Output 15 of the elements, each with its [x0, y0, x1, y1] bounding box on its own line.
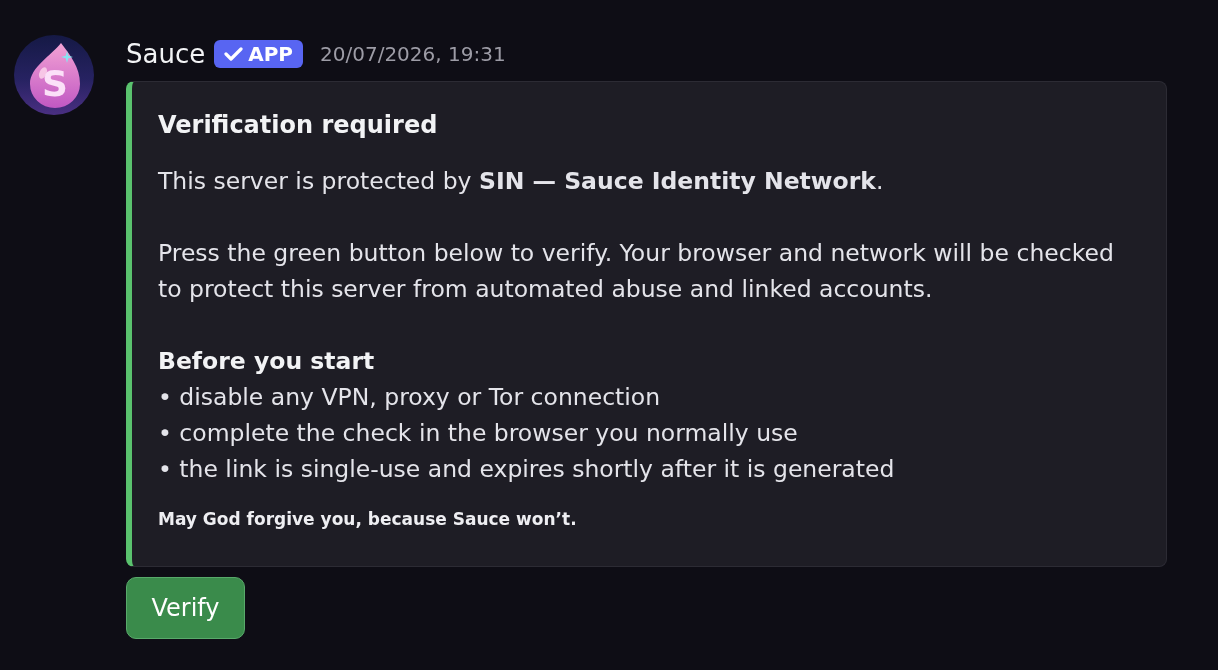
- drop-icon: [30, 43, 80, 108]
- list-heading: Before you start: [158, 346, 376, 377]
- timestamp: 20/07/2026, 19:31: [320, 41, 506, 68]
- sparkle-icon: [61, 51, 73, 63]
- list-item: • complete the check in the browser you normally use: [158, 418, 799, 449]
- embed-paragraph: This server is protected by SIN — Sauce Identity Network.: [158, 166, 885, 197]
- embed-footer: May God forgive you, because Sauce won’t.: [158, 507, 1133, 531]
- author-name: Sauce: [126, 38, 206, 70]
- embed-title: Verification required: [158, 110, 439, 141]
- list-item: • the link is single-use and expires shortly after it is generated: [158, 454, 896, 485]
- avatar-letter: S: [41, 66, 69, 102]
- embed-paragraph: Press the green button below to verify. Your browser and network will be checked to protect this server from automated abuse and linked accounts.: [158, 238, 1115, 305]
- badge-label: APP: [248, 41, 293, 68]
- list-item: • disable any VPN, proxy or Tor connection: [158, 382, 662, 413]
- verify-button[interactable]: Verify: [126, 577, 245, 639]
